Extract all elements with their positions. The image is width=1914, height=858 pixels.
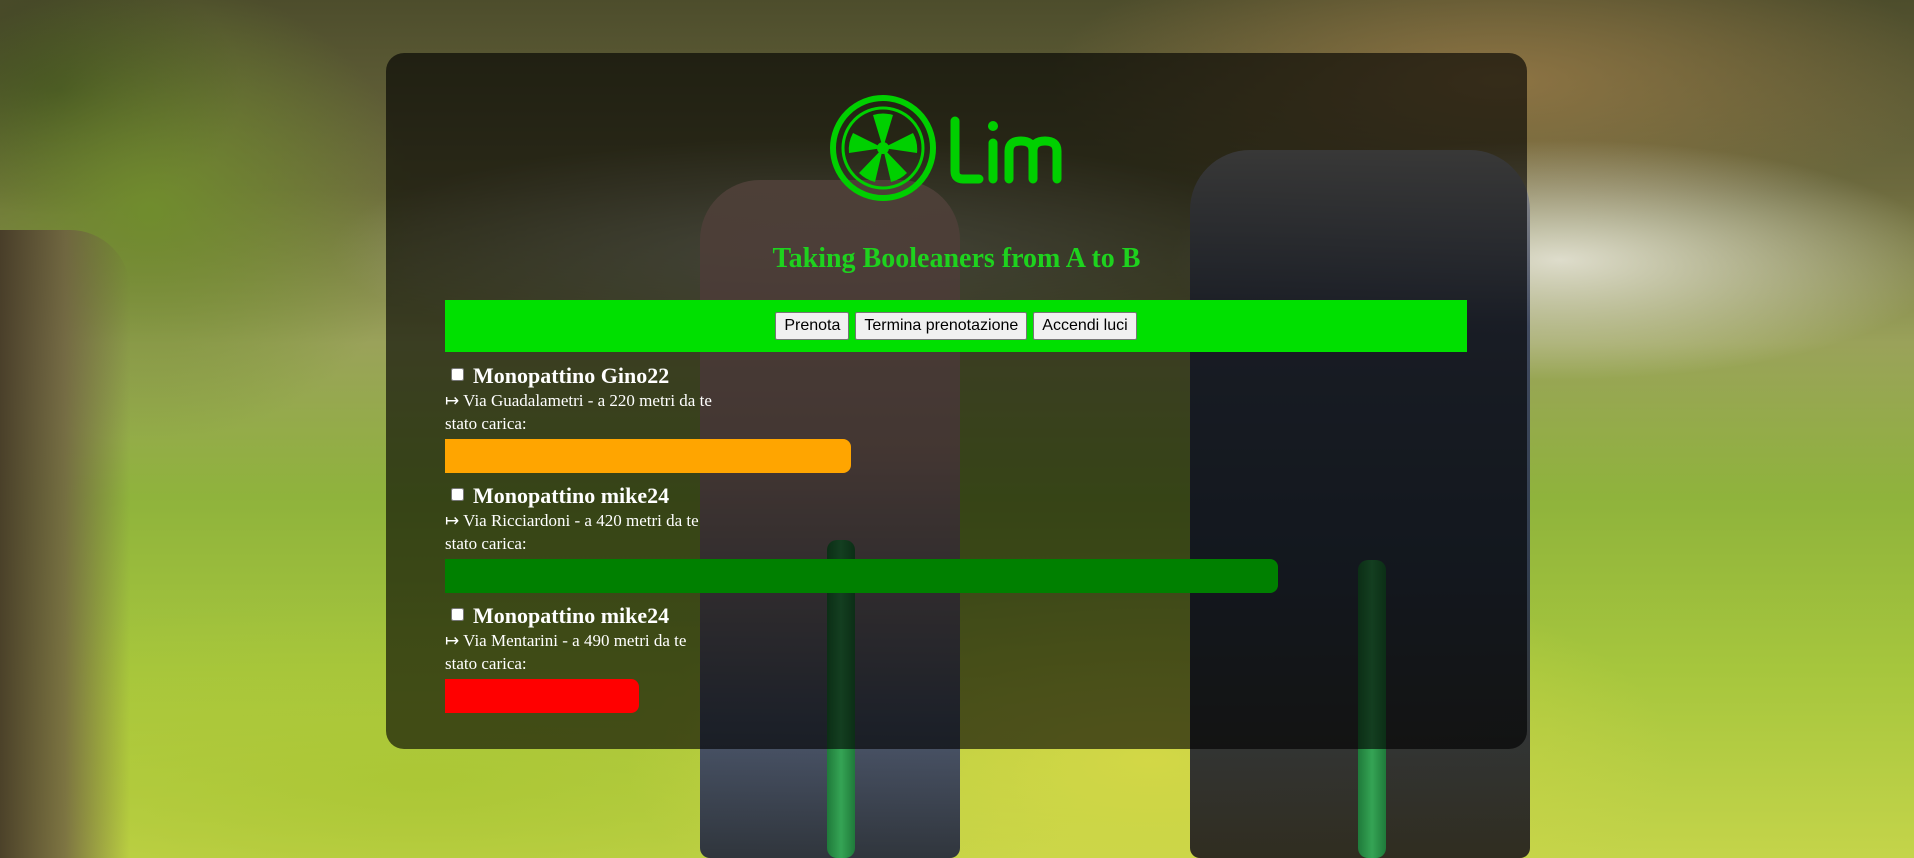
scooter-name: Monopattino mike24 bbox=[473, 483, 670, 508]
lime-logo bbox=[830, 95, 1062, 201]
scooter-address: ↦ Via Ricciardoni - a 420 metri da te bbox=[445, 511, 699, 530]
prenota-button[interactable]: Prenota bbox=[775, 312, 850, 340]
list-item: Monopattino mike24 ↦ Via Ricciardoni - a… bbox=[445, 483, 1467, 603]
select-scooter-checkbox[interactable] bbox=[451, 487, 464, 501]
charge-track bbox=[445, 679, 1467, 713]
main-panel: Taking Booleaners from A to B Prenota Te… bbox=[386, 53, 1527, 749]
scooter-address: ↦ Via Guadalametri - a 220 metri da te bbox=[445, 391, 712, 410]
tree-trunk bbox=[0, 230, 130, 858]
scooter-list: Monopattino Gino22 ↦ Via Guadalametri - … bbox=[445, 363, 1467, 723]
charge-label: stato carica: bbox=[445, 534, 527, 553]
select-scooter-checkbox[interactable] bbox=[451, 607, 464, 621]
action-toolbar: Prenota Termina prenotazione Accendi luc… bbox=[445, 300, 1467, 352]
scooter-name: Monopattino Gino22 bbox=[473, 363, 670, 388]
list-item: Monopattino mike24 ↦ Via Mentarini - a 4… bbox=[445, 603, 1467, 723]
scooter-name: Monopattino mike24 bbox=[473, 603, 670, 628]
termina-prenotazione-button[interactable]: Termina prenotazione bbox=[855, 312, 1028, 340]
charge-bar bbox=[445, 679, 640, 713]
select-scooter-checkbox[interactable] bbox=[451, 367, 464, 381]
charge-bar bbox=[445, 559, 1278, 593]
list-item: Monopattino Gino22 ↦ Via Guadalametri - … bbox=[445, 363, 1467, 483]
charge-label: stato carica: bbox=[445, 654, 527, 673]
charge-track bbox=[445, 439, 1467, 473]
charge-label: stato carica: bbox=[445, 414, 527, 433]
charge-track bbox=[445, 559, 1467, 593]
accendi-luci-button[interactable]: Accendi luci bbox=[1033, 312, 1137, 340]
charge-bar bbox=[445, 439, 851, 473]
scooter-address: ↦ Via Mentarini - a 490 metri da te bbox=[445, 631, 687, 650]
tagline: Taking Booleaners from A to B bbox=[772, 243, 1141, 274]
